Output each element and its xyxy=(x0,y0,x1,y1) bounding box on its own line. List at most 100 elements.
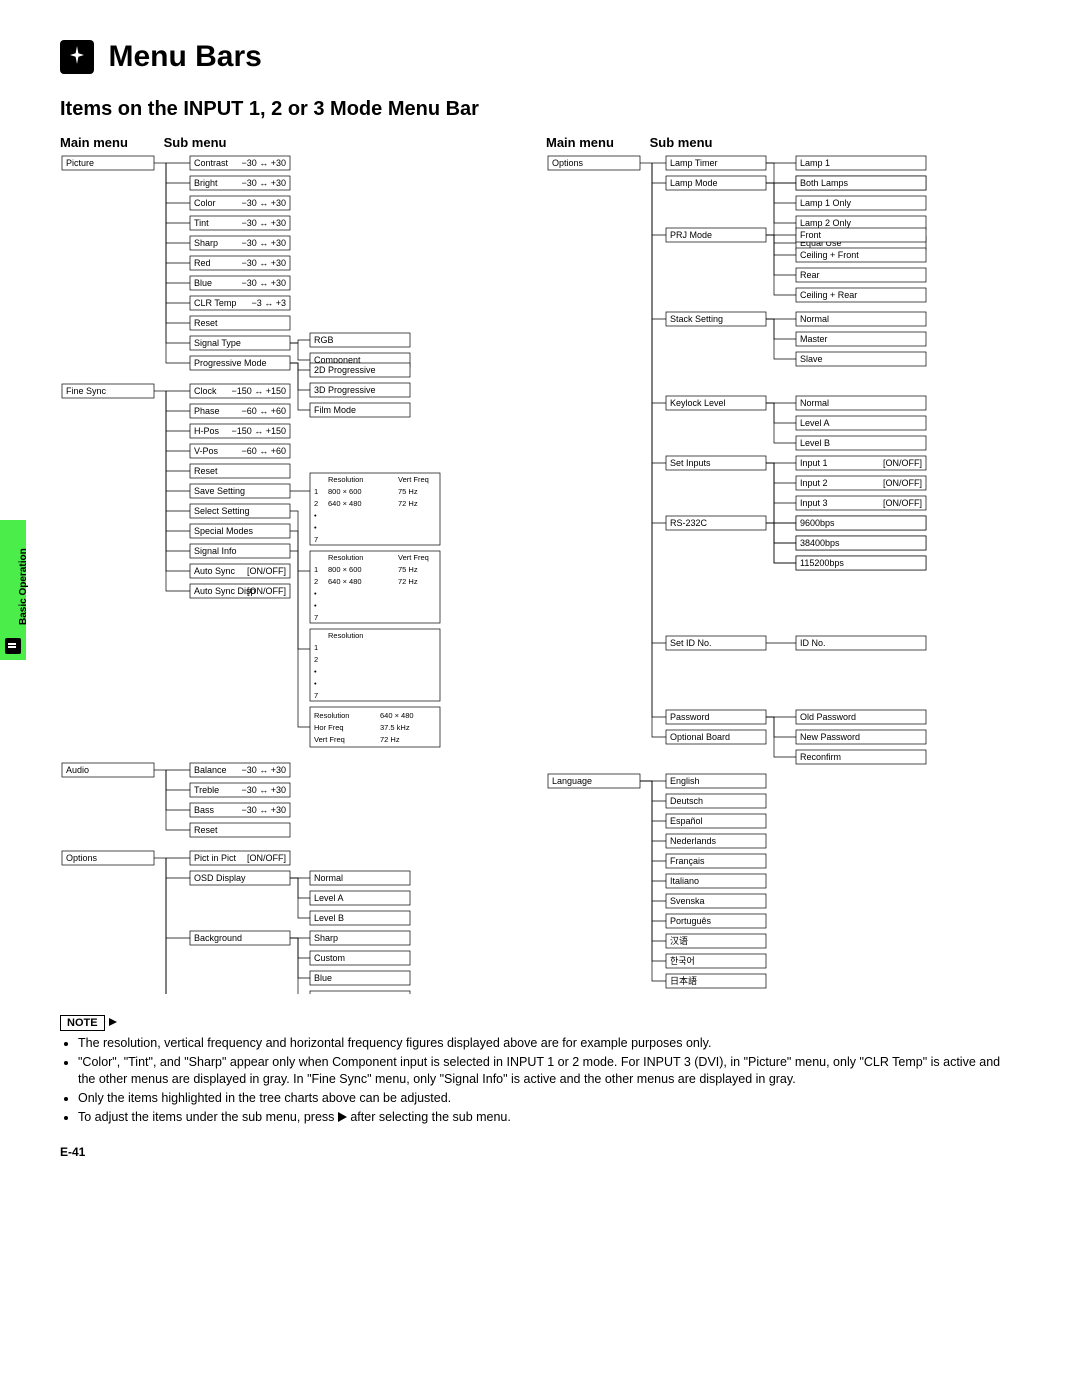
svg-text:日本語: 日本語 xyxy=(670,975,697,986)
svg-text:Picture: Picture xyxy=(66,158,94,168)
svg-text:Keylock Level: Keylock Level xyxy=(670,398,726,408)
svg-text:[ON/OFF]: [ON/OFF] xyxy=(247,566,286,576)
svg-text:Reset: Reset xyxy=(194,466,218,476)
right-column: Main menu Sub menu OptionsLamp TimerLamp… xyxy=(546,135,1020,999)
svg-text:Pict in Pict: Pict in Pict xyxy=(194,853,237,863)
svg-text:•: • xyxy=(314,679,317,688)
svg-text:−30 ↔ +30: −30 ↔ +30 xyxy=(241,198,286,208)
svg-text:−30 ↔ +30: −30 ↔ +30 xyxy=(241,258,286,268)
svg-text:OSD Display: OSD Display xyxy=(194,873,246,883)
page-header: Menu Bars xyxy=(60,40,1020,74)
svg-text:Password: Password xyxy=(670,712,710,722)
svg-text:−30 ↔ +30: −30 ↔ +30 xyxy=(241,278,286,288)
svg-text:Language: Language xyxy=(552,776,592,786)
svg-text:Blue: Blue xyxy=(314,973,332,983)
page-title: Menu Bars xyxy=(108,40,261,74)
svg-text:Contrast: Contrast xyxy=(194,158,229,168)
svg-text:75 Hz: 75 Hz xyxy=(398,487,418,496)
svg-text:−3 ↔ +3: −3 ↔ +3 xyxy=(251,298,286,308)
svg-text:800 × 600: 800 × 600 xyxy=(328,565,362,574)
svg-text:Balance: Balance xyxy=(194,765,227,775)
svg-text:−30 ↔ +30: −30 ↔ +30 xyxy=(241,805,286,815)
svg-text:−150 ↔ +150: −150 ↔ +150 xyxy=(231,426,286,436)
svg-text:−60 ↔ +60: −60 ↔ +60 xyxy=(241,406,286,416)
svg-text:640 × 480: 640 × 480 xyxy=(328,499,362,508)
svg-text:Options: Options xyxy=(66,853,98,863)
svg-text:−30 ↔ +30: −30 ↔ +30 xyxy=(241,178,286,188)
svg-text:7: 7 xyxy=(314,613,318,622)
svg-text:New Password: New Password xyxy=(800,732,860,742)
svg-text:Treble: Treble xyxy=(194,785,219,795)
svg-text:Color: Color xyxy=(194,198,216,208)
svg-text:Reconfirm: Reconfirm xyxy=(800,752,841,762)
svg-text:•: • xyxy=(314,601,317,610)
svg-text:−30 ↔ +30: −30 ↔ +30 xyxy=(241,158,286,168)
note-item: The resolution, vertical frequency and h… xyxy=(78,1035,1020,1052)
svg-text:Resolution: Resolution xyxy=(314,711,349,720)
notes-list: The resolution, vertical frequency and h… xyxy=(60,1035,1020,1125)
svg-text:Stack Setting: Stack Setting xyxy=(670,314,723,324)
svg-text:Fine Sync: Fine Sync xyxy=(66,386,107,396)
svg-text:2: 2 xyxy=(314,577,318,586)
svg-text:Lamp 2 Only: Lamp 2 Only xyxy=(800,218,852,228)
note-label: NOTE xyxy=(60,1015,105,1031)
svg-text:1: 1 xyxy=(314,487,318,496)
svg-text:Special Modes: Special Modes xyxy=(194,526,254,536)
svg-text:Sharp: Sharp xyxy=(194,238,218,248)
right-tree: OptionsLamp TimerLamp ModePRJ ModeStack … xyxy=(546,154,1016,994)
svg-text:115200bps: 115200bps xyxy=(800,558,844,568)
svg-text:Español: Español xyxy=(670,816,703,826)
svg-text:Bass: Bass xyxy=(194,805,215,815)
main-menu-header-r: Main menu xyxy=(546,135,646,150)
svg-text:PRJ Mode: PRJ Mode xyxy=(670,230,712,240)
note-item: "Color", "Tint", and "Sharp" appear only… xyxy=(78,1054,1020,1088)
svg-text:Normal: Normal xyxy=(800,314,829,324)
svg-text:[ON/OFF]: [ON/OFF] xyxy=(883,478,922,488)
svg-text:RGB: RGB xyxy=(314,335,334,345)
left-column: Main menu Sub menu Picture Contrast −30 ↔ … xyxy=(60,135,534,999)
svg-text:−150 ↔ +150: −150 ↔ +150 xyxy=(231,386,286,396)
svg-text:Red: Red xyxy=(194,258,211,268)
svg-text:汉语: 汉语 xyxy=(670,936,688,946)
svg-text:Lamp 1 Only: Lamp 1 Only xyxy=(800,198,852,208)
svg-text:•: • xyxy=(314,589,317,598)
svg-text:1: 1 xyxy=(314,565,318,574)
svg-text:Set Inputs: Set Inputs xyxy=(670,458,711,468)
svg-text:Custom: Custom xyxy=(314,953,345,963)
svg-text:640 × 480: 640 × 480 xyxy=(328,577,362,586)
svg-text:7: 7 xyxy=(314,535,318,544)
svg-text:−30 ↔ +30: −30 ↔ +30 xyxy=(241,238,286,248)
svg-text:Ceiling + Front: Ceiling + Front xyxy=(800,250,859,260)
svg-text:None: None xyxy=(314,993,336,994)
svg-text:ID No.: ID No. xyxy=(800,638,826,648)
svg-text:Auto Sync: Auto Sync xyxy=(194,566,236,576)
svg-text:Input 2: Input 2 xyxy=(800,478,828,488)
svg-text:Français: Français xyxy=(670,856,705,866)
svg-text:Português: Português xyxy=(670,916,712,926)
note-section: NOTE The resolution, vertical frequency … xyxy=(60,999,1020,1125)
svg-text:Reset: Reset xyxy=(194,825,218,835)
svg-text:Lamp 1: Lamp 1 xyxy=(800,158,830,168)
svg-text:2: 2 xyxy=(314,655,318,664)
sub-menu-header: Sub menu xyxy=(164,135,227,150)
svg-text:Select Setting: Select Setting xyxy=(194,506,250,516)
svg-text:Tint: Tint xyxy=(194,218,209,228)
svg-text:Old Password: Old Password xyxy=(800,712,856,722)
svg-text:Clock: Clock xyxy=(194,386,217,396)
main-menu-header: Main menu xyxy=(60,135,160,150)
svg-text:72 Hz: 72 Hz xyxy=(380,735,400,744)
svg-text:V-Pos: V-Pos xyxy=(194,446,219,456)
svg-text:Reset: Reset xyxy=(194,318,218,328)
svg-text:−30 ↔ +30: −30 ↔ +30 xyxy=(241,785,286,795)
svg-text:Svenska: Svenska xyxy=(670,896,705,906)
svg-text:Signal Type: Signal Type xyxy=(194,338,241,348)
svg-text:Level A: Level A xyxy=(314,893,344,903)
svg-text:Resolution: Resolution xyxy=(328,553,363,562)
svg-text:Set ID No.: Set ID No. xyxy=(670,638,712,648)
touch-icon xyxy=(60,40,94,74)
svg-text:7: 7 xyxy=(314,691,318,700)
svg-text:Optional Board: Optional Board xyxy=(670,732,730,742)
svg-text:•: • xyxy=(314,511,317,520)
svg-text:Level B: Level B xyxy=(800,438,830,448)
svg-text:Input 3: Input 3 xyxy=(800,498,828,508)
